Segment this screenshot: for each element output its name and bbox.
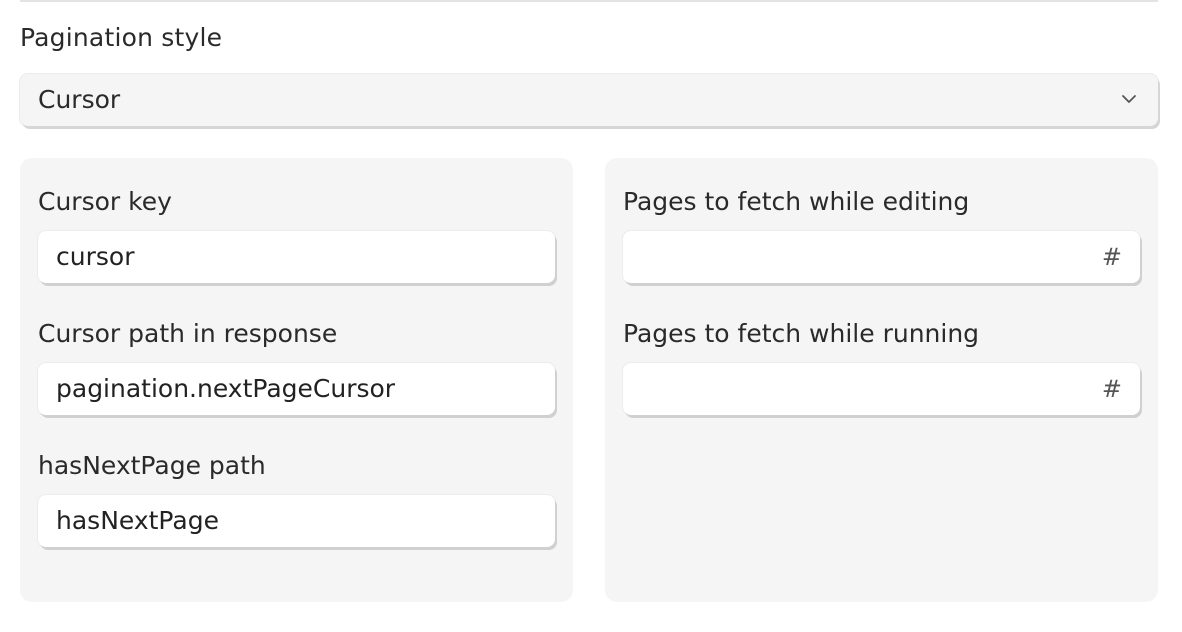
cursor-settings-panel: Cursor key cursor Cursor path in respons… xyxy=(20,158,573,602)
pages-editing-input[interactable]: # xyxy=(623,231,1140,283)
pagination-settings: Pagination style Cursor Cursor key curso… xyxy=(0,0,1182,632)
cursor-path-input[interactable]: pagination.nextPageCursor xyxy=(38,363,555,415)
pagination-style-label: Pagination style xyxy=(20,23,223,52)
has-next-page-label: hasNextPage path xyxy=(38,451,266,480)
hash-icon: # xyxy=(1101,375,1122,403)
cursor-key-label: Cursor key xyxy=(38,187,172,216)
cursor-path-value: pagination.nextPageCursor xyxy=(56,374,396,403)
cursor-path-label: Cursor path in response xyxy=(38,319,338,348)
pages-running-label: Pages to fetch while running xyxy=(623,319,980,348)
cursor-key-value: cursor xyxy=(56,242,135,271)
has-next-page-input[interactable]: hasNextPage xyxy=(38,495,555,547)
cursor-key-input[interactable]: cursor xyxy=(38,231,555,283)
has-next-page-value: hasNextPage xyxy=(56,506,219,535)
top-divider xyxy=(20,0,1158,2)
page-limits-panel: Pages to fetch while editing # Pages to … xyxy=(605,158,1158,602)
pagination-style-select[interactable]: Cursor xyxy=(20,74,1158,126)
hash-icon: # xyxy=(1101,243,1122,271)
chevron-down-icon xyxy=(1122,95,1136,103)
pages-editing-label: Pages to fetch while editing xyxy=(623,187,970,216)
pages-running-input[interactable]: # xyxy=(623,363,1140,415)
pagination-style-value: Cursor xyxy=(38,85,121,114)
